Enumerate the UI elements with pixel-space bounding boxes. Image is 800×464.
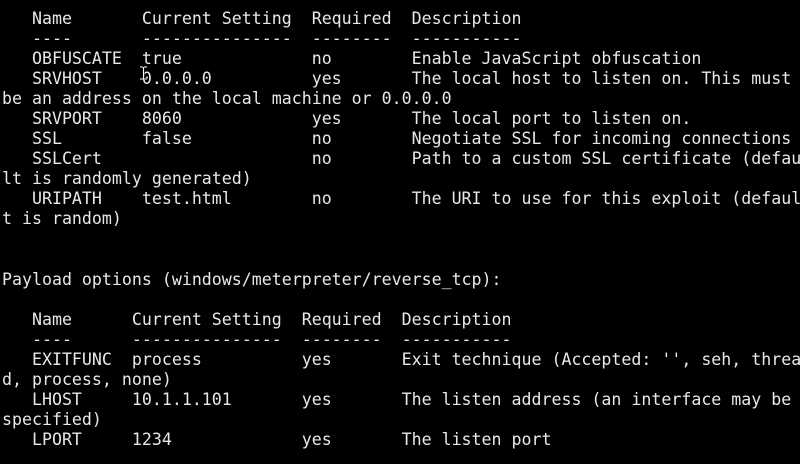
- terminal-line: LHOST 10.1.1.101 yes The listen address …: [2, 390, 792, 409]
- terminal-window[interactable]: Name Current Setting Required Descriptio…: [0, 0, 800, 464]
- terminal-line: Payload options (windows/meterpreter/rev…: [2, 270, 502, 289]
- terminal-line: t is random): [2, 209, 122, 228]
- terminal-line: be an address on the local machine or 0.…: [2, 89, 452, 108]
- terminal-line: Name Current Setting Required Descriptio…: [2, 9, 522, 28]
- terminal-line: d, process, none): [2, 370, 172, 389]
- terminal-line: OBFUSCATE true no Enable JavaScript obfu…: [2, 49, 702, 68]
- terminal-line: lt is randomly generated): [2, 169, 252, 188]
- terminal-line: LPORT 1234 yes The listen port: [2, 430, 552, 449]
- terminal-line: SSL false no Negotiate SSL for incoming …: [2, 129, 792, 148]
- terminal-line: SSLCert no Path to a custom SSL certific…: [2, 149, 800, 168]
- terminal-line: EXITFUNC process yes Exit technique (Acc…: [2, 350, 800, 369]
- terminal-line: SRVHOST 0.0.0.0 yes The local host to li…: [2, 69, 792, 88]
- terminal-line: ---- --------------- -------- ----------…: [2, 29, 522, 48]
- terminal-line: ---- --------------- -------- ----------…: [2, 330, 512, 349]
- terminal-line: SRVPORT 8060 yes The local port to liste…: [2, 109, 692, 128]
- terminal-line: URIPATH test.html no The URI to use for …: [2, 189, 800, 208]
- text-cursor-icon: [140, 66, 147, 80]
- terminal-line: Name Current Setting Required Descriptio…: [2, 310, 512, 329]
- terminal-line: specified): [2, 410, 102, 429]
